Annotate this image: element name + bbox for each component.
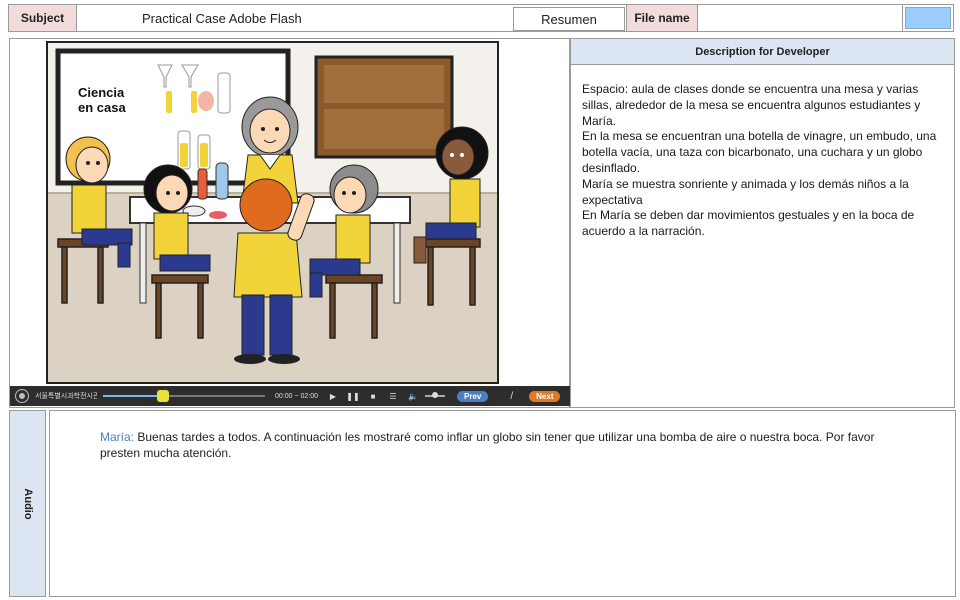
description-paragraph: En María se deben dar movimientos gestua…: [582, 208, 915, 239]
stop-icon[interactable]: ■: [363, 392, 383, 401]
file-name-value: [698, 5, 903, 31]
file-name-label: File name: [626, 5, 698, 31]
description-paragraph: María se muestra sonriente y animada y l…: [582, 176, 909, 207]
audio-tab: Audio: [9, 410, 46, 597]
audio-script-line: María: Buenas tardes a todos. A continua…: [100, 429, 880, 461]
organization-name: 서울특별시과학전시관: [35, 393, 97, 400]
subject-value: Practical Case Adobe Flash: [142, 10, 302, 26]
description-body: Espacio: aula de clases donde se encuent…: [571, 65, 954, 240]
menu-icon[interactable]: ☰: [383, 392, 403, 401]
vinegar-bottle: [197, 168, 208, 200]
deflated-balloon: [209, 211, 227, 219]
pause-icon[interactable]: ❚❚: [343, 392, 363, 401]
developer-description-panel: Description for Developer Espacio: aula …: [570, 38, 955, 408]
progress-track[interactable]: [103, 390, 265, 402]
audio-label: Audio: [21, 487, 34, 520]
audio-script-text: Buenas tardes a todos. A continuación le…: [100, 430, 875, 460]
media-player-bar: 서울특별시과학전시관 00:00 ~ 02:00 ▶ ❚❚ ■ ☰ 🔈 Prev…: [10, 386, 570, 406]
progress-fill: [103, 395, 163, 397]
audio-script-box: María: Buenas tardes a todos. A continua…: [49, 410, 956, 597]
volume-icon[interactable]: 🔈: [403, 392, 423, 401]
header-bar: Subject Practical Case Adobe Flash Resum…: [8, 4, 954, 32]
progress-thumb[interactable]: [156, 390, 169, 402]
blue-action-button[interactable]: [905, 7, 951, 29]
prev-button[interactable]: Prev: [457, 390, 489, 402]
subject-label: Subject: [9, 5, 77, 31]
resumen-button[interactable]: Resumen: [513, 7, 625, 31]
play-icon[interactable]: ▶: [323, 392, 343, 401]
museum-logo-icon: [15, 389, 29, 403]
description-paragraph: En la mesa se encuentran una botella de …: [582, 129, 937, 175]
next-button[interactable]: Next: [529, 390, 561, 402]
scene-panel: Ciencia en casa: [9, 38, 570, 408]
volume-slider[interactable]: [425, 392, 445, 398]
speaker-name: María:: [100, 430, 135, 444]
volume-knob[interactable]: [432, 392, 438, 398]
description-header: Description for Developer: [571, 39, 954, 65]
description-paragraph: Espacio: aula de clases donde se encuent…: [582, 82, 921, 128]
classroom-illustration: Ciencia en casa: [46, 41, 499, 384]
page-separator: /: [510, 390, 514, 402]
playback-time: 00:00 ~ 02:00: [275, 392, 319, 400]
empty-bottle: [215, 162, 229, 200]
scene-caption: Ciencia en casa: [78, 85, 126, 115]
